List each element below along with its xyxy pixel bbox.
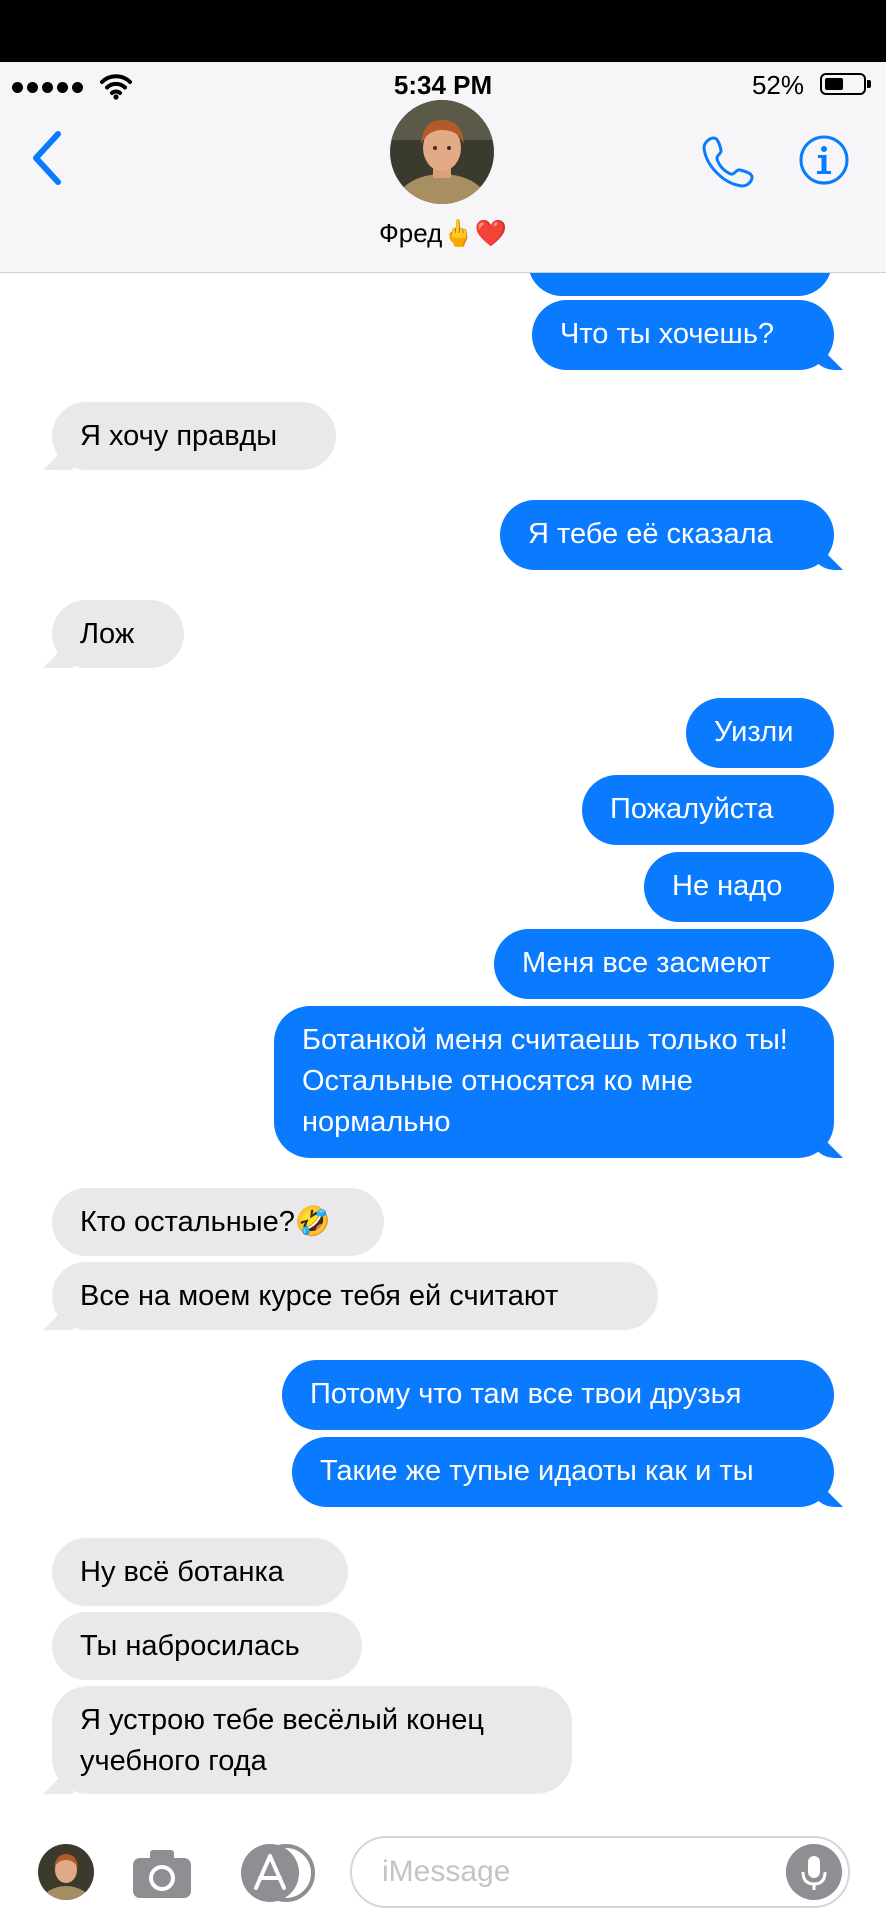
message-bubble-outgoing[interactable]: Что ты хочешь? [532,300,834,370]
message-bubble-outgoing[interactable]: Ботанкой меня считаешь только ты! Осталь… [274,1006,834,1158]
message-bubble-incoming[interactable]: Все на моем курсе тебя ей считают [52,1262,658,1330]
microphone-icon[interactable] [786,1844,842,1900]
message-bubble-outgoing[interactable]: Потому что там все твои друзья [282,1360,834,1430]
message-bubble-outgoing[interactable]: Я тебе её сказала [500,500,834,570]
conversation-header: 5:34 PM 52% Фред🖕❤️ [0,62,886,273]
message-bubble-outgoing[interactable]: Уизли [686,698,834,768]
message-bubble-incoming[interactable]: Я устрою тебе весёлый конец учебного год… [52,1686,572,1794]
camera-icon[interactable] [130,1844,194,1902]
message-bubble-incoming[interactable]: Лож [52,600,184,668]
message-bubble-incoming[interactable]: Ну всё ботанка [52,1538,348,1606]
contact-avatar[interactable] [390,100,494,204]
phone-icon[interactable] [700,132,758,190]
app-store-icon[interactable] [236,1842,316,1904]
message-bubble-outgoing[interactable]: Меня все засмеют [494,929,834,999]
message-bubble-outgoing[interactable]: Не надо [644,852,834,922]
message-bubble-incoming[interactable]: Ты набросилась [52,1612,362,1680]
battery-percent: 52% [751,70,804,100]
message-bubble-outgoing[interactable]: Такие же тупые идаоты как и ты [292,1437,834,1507]
message-list[interactable]: Что ты хочешь? Я хочу правды Я тебе её с… [0,0,886,1920]
back-button[interactable] [28,128,68,188]
battery-icon [820,73,871,95]
message-bubble-incoming[interactable]: Кто остальные?🤣 [52,1188,384,1256]
user-avatar[interactable] [38,1844,94,1900]
compose-bar [0,1820,886,1920]
message-bubble-incoming[interactable]: Я хочу правды [52,402,336,470]
contact-name[interactable]: Фред🖕❤️ [0,218,886,249]
message-input[interactable] [350,1836,850,1908]
message-bubble-outgoing[interactable]: Пожалуйста [582,775,834,845]
info-icon[interactable] [798,134,850,186]
